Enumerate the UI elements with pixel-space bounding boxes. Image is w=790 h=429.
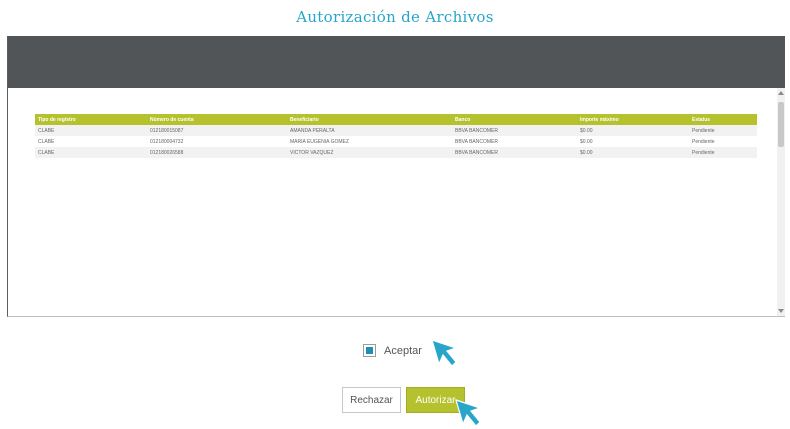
accept-checkbox[interactable] bbox=[363, 344, 376, 357]
cell-cuenta: 012180004732 bbox=[147, 136, 287, 147]
cell-banco: BBVA BANCOMER bbox=[452, 125, 577, 136]
cell-importe: $0.00 bbox=[577, 136, 689, 147]
cell-importe: $0.00 bbox=[577, 147, 689, 158]
frame-header-bar bbox=[8, 36, 785, 88]
cell-banco: BBVA BANCOMER bbox=[452, 136, 577, 147]
column-header-importe: Importe máximo bbox=[577, 114, 689, 125]
cell-tipo: CLABE bbox=[35, 147, 147, 158]
cell-estatus: Pendiente bbox=[689, 136, 757, 147]
scroll-thumb[interactable] bbox=[778, 102, 784, 147]
cell-estatus: Pendiente bbox=[689, 125, 757, 136]
cursor-arrow-icon bbox=[455, 399, 482, 427]
cell-beneficiario: VICTOR VAZQUEZ bbox=[287, 147, 452, 158]
document-frame: Tipo de registro Número de cuenta Benefi… bbox=[7, 36, 785, 317]
cell-cuenta: 012180015087 bbox=[147, 125, 287, 136]
reject-button[interactable]: Rechazar bbox=[342, 387, 401, 413]
table-header-row: Tipo de registro Número de cuenta Benefi… bbox=[35, 114, 757, 125]
table-row: CLABE 012180026588 VICTOR VAZQUEZ BBVA B… bbox=[35, 147, 757, 158]
cell-beneficiario: AMANDA PERALTA bbox=[287, 125, 452, 136]
cell-tipo: CLABE bbox=[35, 136, 147, 147]
accept-checkbox-row[interactable]: Aceptar bbox=[363, 343, 422, 358]
column-header-estatus: Estatus bbox=[689, 114, 757, 125]
scroll-down-arrow-icon[interactable] bbox=[778, 309, 784, 313]
column-header-banco: Banco bbox=[452, 114, 577, 125]
accounts-table: Tipo de registro Número de cuenta Benefi… bbox=[35, 114, 757, 158]
cell-beneficiario: MARIA EUGENIA GOMEZ bbox=[287, 136, 452, 147]
page-title: Autorización de Archivos bbox=[296, 8, 494, 26]
cursor-arrow-icon bbox=[431, 339, 458, 367]
scroll-up-arrow-icon[interactable] bbox=[778, 91, 784, 95]
cell-estatus: Pendiente bbox=[689, 147, 757, 158]
cell-cuenta: 012180026588 bbox=[147, 147, 287, 158]
cell-tipo: CLABE bbox=[35, 125, 147, 136]
column-header-cuenta: Número de cuenta bbox=[147, 114, 287, 125]
cell-importe: $0.00 bbox=[577, 125, 689, 136]
accept-label[interactable]: Aceptar bbox=[384, 345, 422, 357]
table-row: CLABE 012180004732 MARIA EUGENIA GOMEZ B… bbox=[35, 136, 757, 147]
column-header-beneficiario: Beneficiario bbox=[287, 114, 452, 125]
vertical-scrollbar[interactable] bbox=[777, 88, 785, 316]
checkbox-checked-icon bbox=[366, 347, 373, 354]
cell-banco: BBVA BANCOMER bbox=[452, 147, 577, 158]
table-row: CLABE 012180015087 AMANDA PERALTA BBVA B… bbox=[35, 125, 757, 136]
column-header-tipo: Tipo de registro bbox=[35, 114, 147, 125]
